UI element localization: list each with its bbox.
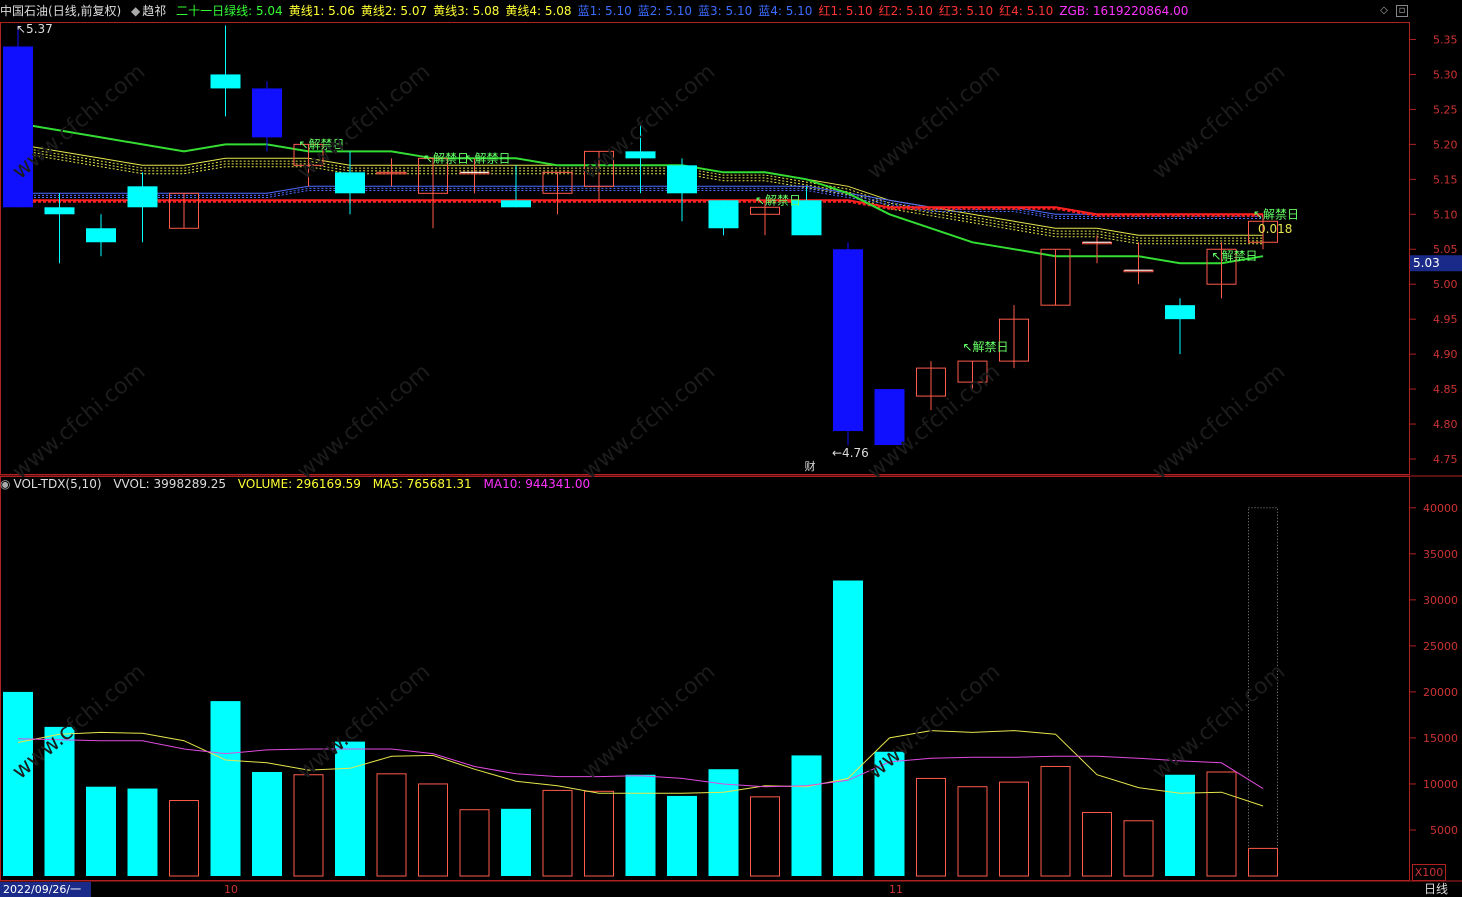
financial-report-marker: 财 <box>805 459 816 473</box>
volume-bar <box>1165 774 1195 876</box>
volume-bar <box>210 701 241 876</box>
volume-tick-label: 10000 <box>1423 778 1458 791</box>
volume-bar <box>501 808 531 876</box>
ma5-value: MA5: 765681.31 <box>372 477 472 491</box>
candle-body <box>210 74 241 89</box>
volume-bar <box>667 795 697 876</box>
volume-bar <box>1206 771 1237 877</box>
watermark: www.cfchi.com <box>578 359 720 484</box>
watermark: www.cfchi.com <box>1148 359 1290 484</box>
price-tick-label: 5.20 <box>1433 138 1458 151</box>
volume-tick-label: 20000 <box>1423 686 1458 699</box>
volume-bar <box>376 773 407 877</box>
volume-bar <box>86 786 116 876</box>
candle-body <box>127 186 158 208</box>
volume-bar <box>584 790 614 877</box>
volume-tick-label: 30000 <box>1423 594 1458 607</box>
period-tab[interactable]: 日线 <box>1424 882 1448 897</box>
candle-body <box>708 200 739 229</box>
price-tick-label: 5.05 <box>1433 243 1458 256</box>
volume-bar <box>1082 811 1112 877</box>
current-price-label: 5.03 <box>1413 256 1440 270</box>
volume-bar <box>3 691 33 876</box>
volume-tick-label: 40000 <box>1423 502 1458 515</box>
collapse-volume-icon[interactable]: ◉ <box>0 477 10 491</box>
price-tick-label: 5.35 <box>1433 33 1458 46</box>
watermark: www.cfchi.com <box>863 659 1005 784</box>
jiejin-marker: ↖解禁日 <box>1253 207 1299 221</box>
watermark: www.cfchi.com <box>578 659 720 784</box>
volume-value: VOLUME: 296169.59 <box>237 477 361 491</box>
volume-bar <box>957 786 988 877</box>
volume-bar <box>1040 765 1071 877</box>
jiejin-marker: ↖解禁日 <box>755 193 801 207</box>
volume-bar <box>1248 847 1278 877</box>
candle-body <box>1165 305 1195 320</box>
candle-body <box>667 165 697 194</box>
watermark: www.cfchi.com <box>8 359 150 484</box>
price-tick-label: 5.10 <box>1433 208 1458 221</box>
volume-bar <box>293 774 324 877</box>
volume-bar <box>999 781 1029 877</box>
price-tick-label: 4.80 <box>1433 418 1458 431</box>
candle-body <box>86 228 116 243</box>
volume-bar <box>916 777 946 877</box>
volume-tick-label: 5000 <box>1430 824 1458 837</box>
volume-bar <box>708 769 739 876</box>
volume-tick-label: 25000 <box>1423 640 1458 653</box>
month-label-10: 10 <box>224 883 238 896</box>
candle-body <box>501 200 531 208</box>
price-tick-label: 4.90 <box>1433 348 1458 361</box>
volume-bar <box>625 774 656 876</box>
ma10-value: MA10: 944341.00 <box>483 477 591 491</box>
candle-body <box>833 249 863 432</box>
jiejin-marker: ↖解禁日 <box>465 151 511 165</box>
high-price-marker: ↖5.37 <box>16 22 53 36</box>
volume-bar <box>418 783 448 877</box>
candle-body <box>335 172 365 194</box>
volume-header: ◉ VOL-TDX(5,10) VVOL: 3998289.25 VOLUME: … <box>0 474 1410 494</box>
volume-tick-label: 15000 <box>1423 732 1458 745</box>
volume-bar <box>750 796 780 877</box>
jiejin-marker: ↖解禁日 <box>1212 249 1258 263</box>
volume-bar <box>459 809 490 877</box>
candle-body <box>44 207 75 215</box>
volume-tick-label: 35000 <box>1423 548 1458 561</box>
candle-body <box>252 88 282 138</box>
volume-indicator-name[interactable]: VOL-TDX(5,10) <box>13 477 101 491</box>
small-value-label: 0.018 <box>1258 222 1292 236</box>
volume-bar <box>1123 820 1154 877</box>
watermark: www.cfchi.com <box>1148 59 1290 184</box>
volume-bar <box>791 755 822 876</box>
volume-bar <box>833 580 863 876</box>
month-label-11: 11 <box>889 883 903 896</box>
volume-bar <box>127 788 158 876</box>
price-tick-label: 5.25 <box>1433 103 1458 116</box>
jiejin-marker: ↖解禁日 <box>423 151 469 165</box>
candle-body <box>3 46 33 208</box>
low-price-marker: ←4.76 <box>832 446 869 460</box>
watermark: www.cfchi.com <box>293 59 435 184</box>
price-tick-label: 4.85 <box>1433 383 1458 396</box>
watermark: www.cfchi.com <box>293 359 435 484</box>
vvol-value: VVOL: 3998289.25 <box>113 477 227 491</box>
price-tick-label: 5.00 <box>1433 278 1458 291</box>
price-tick-label: 4.75 <box>1433 453 1458 466</box>
stock-chart[interactable]: 5.35 5.30 5.25 5.20 5.15 5.10 5.05 5.00 4.95 4.90… <box>0 0 1462 897</box>
jiejin-marker: ↖解禁日 <box>963 340 1009 354</box>
red-line-1 <box>18 200 1263 217</box>
volume-bar <box>335 741 365 876</box>
volume-bar <box>169 800 199 877</box>
watermark: www.cfchi.com <box>863 59 1005 184</box>
volume-bar <box>542 789 573 877</box>
volume-unit-label: X100 <box>1412 864 1446 881</box>
price-tick-label: 5.30 <box>1433 68 1458 81</box>
date-start-label: 2022/09/26/一 <box>0 882 91 897</box>
volume-bar <box>252 771 282 876</box>
price-tick-label: 5.15 <box>1433 173 1458 186</box>
price-tick-label: 4.95 <box>1433 313 1458 326</box>
watermark: www.cfchi.com <box>1148 659 1290 784</box>
